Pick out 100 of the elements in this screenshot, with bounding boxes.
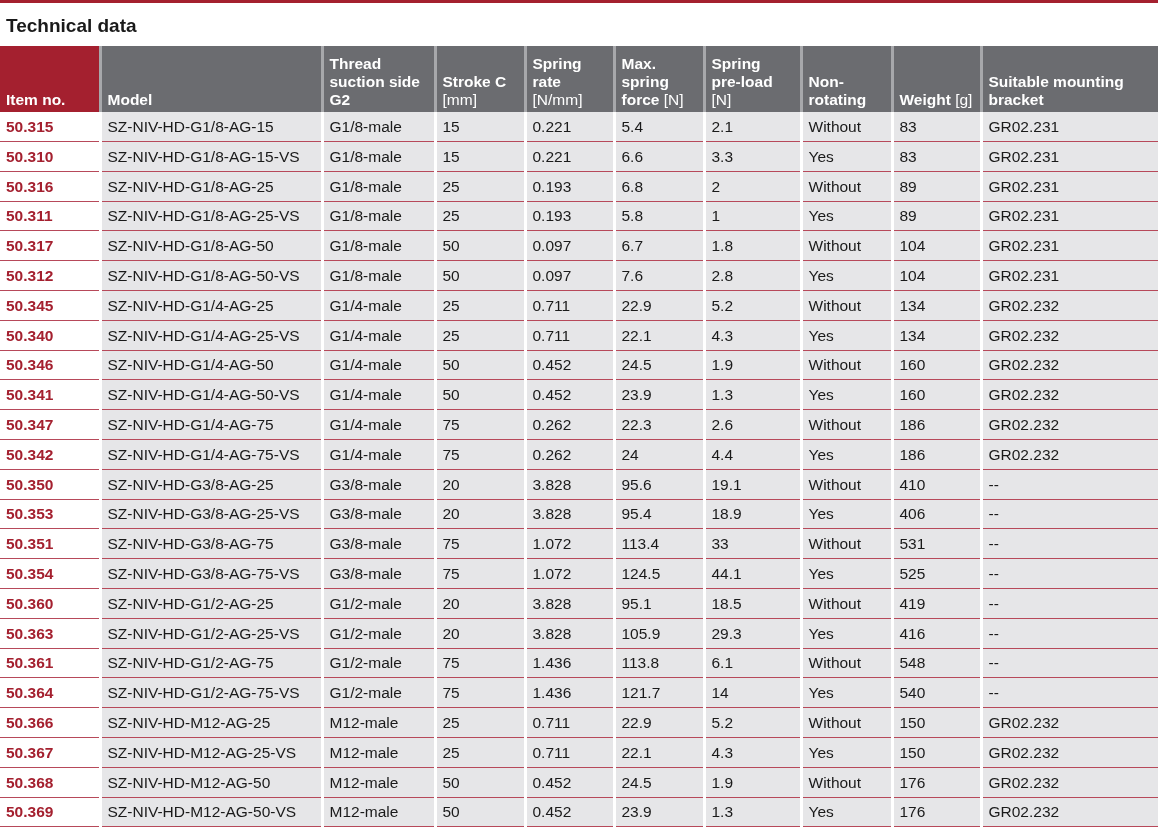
table-cell: 75 [435, 528, 525, 559]
table-cell: SZ-NIV-HD-M12-AG-50-VS [100, 797, 322, 827]
table-cell: Yes [801, 201, 892, 231]
table-cell: 0.097 [525, 231, 614, 261]
table-cell: GR02.232 [981, 737, 1158, 768]
table-cell: 1.072 [525, 558, 614, 589]
table-cell: G1/8-male [322, 141, 435, 172]
table-cell: 29.3 [704, 618, 801, 649]
table-cell: 24.5 [614, 767, 704, 798]
table-cell: G1/4-male [322, 439, 435, 470]
table-cell: 1.072 [525, 528, 614, 559]
table-cell: GR02.232 [981, 707, 1158, 738]
table-cell: SZ-NIV-HD-G1/4-AG-75 [100, 409, 322, 440]
table-cell: 548 [892, 648, 981, 678]
table-cell: Yes [801, 499, 892, 529]
table-cell: 22.1 [614, 737, 704, 768]
table-cell: Yes [801, 618, 892, 649]
table-cell: 5.2 [704, 290, 801, 321]
table-cell: G1/8-male [322, 231, 435, 261]
table-cell: 18.5 [704, 588, 801, 619]
table-cell: 24 [614, 439, 704, 470]
table-cell: 23.9 [614, 797, 704, 827]
table-cell: G1/8-male [322, 201, 435, 231]
table-cell: G1/8-male [322, 111, 435, 142]
table-cell: 2.1 [704, 111, 801, 142]
table-cell: 75 [435, 648, 525, 678]
item-number: 50.310 [0, 141, 100, 172]
table-cell: G1/2-male [322, 618, 435, 649]
table-cell: 0.262 [525, 439, 614, 470]
table-cell: 50 [435, 797, 525, 827]
section-title: Technical data [5, 14, 138, 38]
table-cell: -- [981, 469, 1158, 500]
table-cell: GR02.231 [981, 201, 1158, 231]
table-cell: SZ-NIV-HD-G1/2-AG-75-VS [100, 677, 322, 708]
table-cell: M12-male [322, 767, 435, 798]
item-number: 50.347 [0, 409, 100, 440]
table-cell: 410 [892, 469, 981, 500]
table-cell: Yes [801, 320, 892, 351]
table-cell: Without [801, 111, 892, 142]
table-cell: SZ-NIV-HD-G1/8-AG-25 [100, 171, 322, 202]
item-number: 50.345 [0, 290, 100, 321]
column-header: Max. spring force [N] [614, 45, 704, 112]
table-cell: 0.711 [525, 290, 614, 321]
table-cell: 406 [892, 499, 981, 529]
table-cell: Without [801, 528, 892, 559]
table-cell: M12-male [322, 707, 435, 738]
table-cell: 416 [892, 618, 981, 649]
table-cell: 22.9 [614, 707, 704, 738]
table-cell: GR02.231 [981, 231, 1158, 261]
table-cell: G1/4-male [322, 379, 435, 410]
table-cell: 0.452 [525, 379, 614, 410]
table-cell: 2.6 [704, 409, 801, 440]
table-cell: Yes [801, 439, 892, 470]
table-cell: 15 [435, 111, 525, 142]
table-cell: SZ-NIV-HD-M12-AG-50 [100, 767, 322, 798]
table-cell: M12-male [322, 737, 435, 768]
table-cell: SZ-NIV-HD-G3/8-AG-25 [100, 469, 322, 500]
table-cell: SZ-NIV-HD-G1/2-AG-25-VS [100, 618, 322, 649]
table-cell: GR02.231 [981, 260, 1158, 291]
item-number: 50.340 [0, 320, 100, 351]
table-cell: 7.6 [614, 260, 704, 291]
item-number: 50.361 [0, 648, 100, 678]
table-cell: 3.828 [525, 588, 614, 619]
table-cell: 3.828 [525, 618, 614, 649]
table-cell: SZ-NIV-HD-G1/4-AG-25-VS [100, 320, 322, 351]
table-cell: 23.9 [614, 379, 704, 410]
table-cell: 2 [704, 171, 801, 202]
table-cell: G3/8-male [322, 469, 435, 500]
table-cell: 75 [435, 409, 525, 440]
table-cell: GR02.232 [981, 290, 1158, 321]
item-number: 50.341 [0, 379, 100, 410]
table-cell: 1 [704, 201, 801, 231]
table-cell: 0.193 [525, 171, 614, 202]
item-number: 50.353 [0, 499, 100, 529]
table-cell: 33 [704, 528, 801, 559]
table-cell: SZ-NIV-HD-G3/8-AG-25-VS [100, 499, 322, 529]
table-cell: SZ-NIV-HD-G3/8-AG-75 [100, 528, 322, 559]
table-cell: Yes [801, 797, 892, 827]
table-cell: 176 [892, 797, 981, 827]
table-cell: SZ-NIV-HD-G1/4-AG-50 [100, 350, 322, 380]
table-cell: 25 [435, 707, 525, 738]
table-cell: 176 [892, 767, 981, 798]
table-cell: 6.1 [704, 648, 801, 678]
column-header: Weight [g] [892, 45, 981, 112]
table-cell: 0.711 [525, 320, 614, 351]
table-cell: SZ-NIV-HD-G1/2-AG-75 [100, 648, 322, 678]
table-cell: GR02.232 [981, 409, 1158, 440]
item-number: 50.346 [0, 350, 100, 380]
item-number: 50.369 [0, 797, 100, 827]
table-cell: 105.9 [614, 618, 704, 649]
table-cell: 1.3 [704, 797, 801, 827]
table-cell: Yes [801, 677, 892, 708]
table-cell: SZ-NIV-HD-G1/4-AG-25 [100, 290, 322, 321]
table-cell: 531 [892, 528, 981, 559]
table-cell: 160 [892, 379, 981, 410]
table-cell: 5.2 [704, 707, 801, 738]
table-cell: Without [801, 350, 892, 380]
table-cell: G3/8-male [322, 528, 435, 559]
table-cell: -- [981, 499, 1158, 529]
table-cell: Yes [801, 141, 892, 172]
